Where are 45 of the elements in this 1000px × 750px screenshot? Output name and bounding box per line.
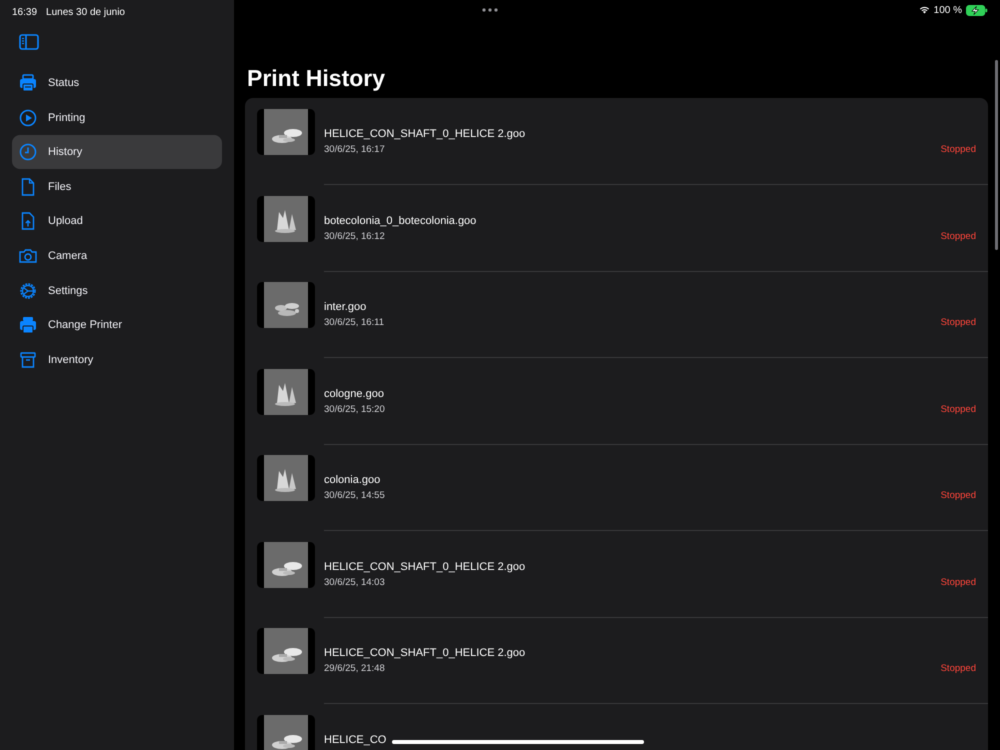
sidebar-toggle-icon[interactable]: [19, 34, 39, 50]
print-status: Stopped: [940, 143, 976, 157]
file-name: HELICE_CON_SHAFT_0_HELICE 2.goo: [324, 127, 526, 141]
print-status: Stopped: [940, 489, 976, 503]
file-name: inter.goo: [324, 300, 366, 314]
status-time: 16:39: [12, 6, 38, 18]
print-date: 29/6/25, 21:48: [324, 662, 386, 675]
gear-icon: [18, 280, 38, 301]
sidebar-item[interactable]: Settings: [12, 274, 222, 308]
printer-icon: [18, 73, 38, 93]
print-date: 30/6/25, 16:17: [324, 143, 386, 156]
sidebar-item[interactable]: Status: [12, 66, 222, 100]
file-name: botecolonia_0_botecolonia.goo: [324, 214, 476, 228]
sidebar-item[interactable]: Files: [12, 170, 222, 204]
sidebar-item[interactable]: Printing: [12, 100, 222, 135]
sidebar-item[interactable]: Change Printer: [12, 308, 222, 342]
print-status: Stopped: [940, 316, 976, 330]
battery-charging-icon: [966, 4, 988, 16]
sidebar-item[interactable]: Inventory: [12, 342, 222, 377]
print-date: 30/6/25, 16:12: [324, 230, 386, 242]
sidebar-item[interactable]: Upload: [12, 204, 222, 238]
archive-box-icon: [18, 350, 38, 370]
sidebar-item[interactable]: Camera: [12, 238, 222, 273]
print-date: 30/6/25, 14:03: [324, 576, 386, 588]
wifi-icon: [918, 6, 930, 14]
sidebar-item[interactable]: History: [12, 135, 222, 170]
print-date: 30/6/25, 16:11: [324, 316, 386, 329]
print-status: Stopped: [940, 402, 976, 416]
print-status: Stopped: [940, 230, 976, 244]
status-date: Lunes 30 de junio: [46, 6, 125, 18]
file-name: HELICE_CON_SHAFT_0_HELICE 2.goo: [324, 646, 526, 660]
page-title: Print History: [247, 64, 386, 92]
file-name: HELICE_CO: [324, 732, 386, 746]
print-date: 30/6/25, 15:20: [324, 402, 386, 416]
file-name: cologne.goo: [324, 386, 384, 400]
file-name: HELICE_CON_SHAFT_0_HELICE 2.goo: [324, 560, 526, 574]
print-date: 30/6/25, 14:55: [324, 489, 386, 502]
file-name: colonia.goo: [324, 473, 380, 487]
multitasking-dots-icon[interactable]: [482, 8, 498, 12]
print-status: Stopped: [940, 662, 976, 676]
play-circle-icon: [18, 108, 38, 128]
print-status: Stopped: [940, 576, 976, 590]
battery-percent: 100 %: [934, 4, 962, 16]
printer-icon: [18, 315, 38, 336]
clock-icon: [18, 142, 38, 162]
